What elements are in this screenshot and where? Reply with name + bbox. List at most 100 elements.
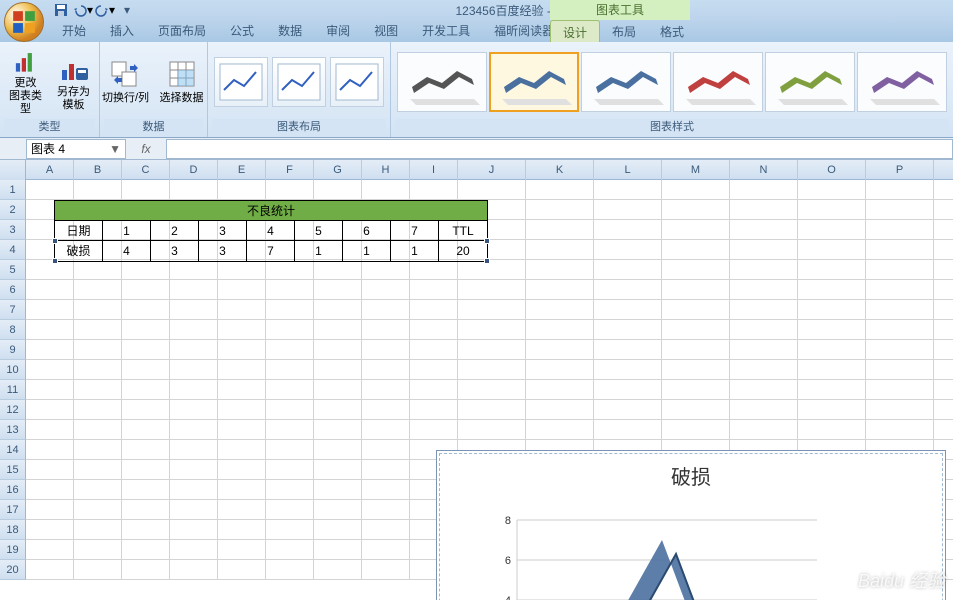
cell-L13[interactable]	[594, 420, 662, 440]
cell-G5[interactable]	[314, 260, 362, 280]
col-header-L[interactable]: L	[594, 160, 662, 180]
tab-视图[interactable]: 视图	[362, 19, 410, 42]
cell-M6[interactable]	[662, 280, 730, 300]
cell-K6[interactable]	[526, 280, 594, 300]
save-icon[interactable]	[50, 1, 72, 19]
cell-A20[interactable]	[26, 560, 74, 580]
cell-A16[interactable]	[26, 480, 74, 500]
cell-N6[interactable]	[730, 280, 798, 300]
cell-J5[interactable]	[458, 260, 526, 280]
cell-P3[interactable]	[866, 220, 934, 240]
cell-Q6[interactable]	[934, 280, 953, 300]
cell-C14[interactable]	[122, 440, 170, 460]
cell-O2[interactable]	[798, 200, 866, 220]
row-header-15[interactable]: 15	[0, 460, 26, 480]
cell-E1[interactable]	[218, 180, 266, 200]
cell-P9[interactable]	[866, 340, 934, 360]
cell-D20[interactable]	[170, 560, 218, 580]
chart-style-1[interactable]	[397, 52, 487, 112]
cell-D6[interactable]	[170, 280, 218, 300]
cell-J1[interactable]	[458, 180, 526, 200]
undo-icon[interactable]: ▾	[72, 1, 94, 19]
cell-A1[interactable]	[26, 180, 74, 200]
cell-G7[interactable]	[314, 300, 362, 320]
cell-G13[interactable]	[314, 420, 362, 440]
cell-C8[interactable]	[122, 320, 170, 340]
row-header-17[interactable]: 17	[0, 500, 26, 520]
cell-M2[interactable]	[662, 200, 730, 220]
chart-layout-1[interactable]	[214, 57, 268, 107]
cell-F16[interactable]	[266, 480, 314, 500]
cell-F20[interactable]	[266, 560, 314, 580]
cell-I6[interactable]	[410, 280, 458, 300]
cell-G9[interactable]	[314, 340, 362, 360]
cell-C6[interactable]	[122, 280, 170, 300]
name-box[interactable]: 图表 4 ▼	[26, 139, 126, 159]
cell-J8[interactable]	[458, 320, 526, 340]
cell-M12[interactable]	[662, 400, 730, 420]
cell-K11[interactable]	[526, 380, 594, 400]
col-header-O[interactable]: O	[798, 160, 866, 180]
cell-P7[interactable]	[866, 300, 934, 320]
tool-tab-设计[interactable]: 设计	[550, 20, 600, 44]
cell-B19[interactable]	[74, 540, 122, 560]
row-header-16[interactable]: 16	[0, 480, 26, 500]
cell-G18[interactable]	[314, 520, 362, 540]
cell-B6[interactable]	[74, 280, 122, 300]
cell-D12[interactable]	[170, 400, 218, 420]
table-header-6[interactable]: 6	[343, 221, 391, 241]
cell-I13[interactable]	[410, 420, 458, 440]
cell-H11[interactable]	[362, 380, 410, 400]
cell-Q9[interactable]	[934, 340, 953, 360]
cell-E9[interactable]	[218, 340, 266, 360]
cell-C7[interactable]	[122, 300, 170, 320]
cell-F14[interactable]	[266, 440, 314, 460]
cell-F9[interactable]	[266, 340, 314, 360]
table-data-4[interactable]: 7	[247, 241, 295, 261]
table-data-0[interactable]: 破损	[55, 241, 103, 261]
col-header-N[interactable]: N	[730, 160, 798, 180]
cell-G14[interactable]	[314, 440, 362, 460]
cell-O10[interactable]	[798, 360, 866, 380]
cell-E17[interactable]	[218, 500, 266, 520]
row-header-7[interactable]: 7	[0, 300, 26, 320]
cell-C19[interactable]	[122, 540, 170, 560]
cell-K5[interactable]	[526, 260, 594, 280]
cell-G20[interactable]	[314, 560, 362, 580]
cell-E18[interactable]	[218, 520, 266, 540]
cell-Q5[interactable]	[934, 260, 953, 280]
row-header-5[interactable]: 5	[0, 260, 26, 280]
cell-C9[interactable]	[122, 340, 170, 360]
cell-A11[interactable]	[26, 380, 74, 400]
cell-L12[interactable]	[594, 400, 662, 420]
table-data-2[interactable]: 3	[151, 241, 199, 261]
cell-B14[interactable]	[74, 440, 122, 460]
cell-H15[interactable]	[362, 460, 410, 480]
cell-H7[interactable]	[362, 300, 410, 320]
row-header-11[interactable]: 11	[0, 380, 26, 400]
tab-审阅[interactable]: 审阅	[314, 19, 362, 42]
cell-A7[interactable]	[26, 300, 74, 320]
cell-A5[interactable]	[26, 260, 74, 280]
cell-D14[interactable]	[170, 440, 218, 460]
cell-E14[interactable]	[218, 440, 266, 460]
cell-F13[interactable]	[266, 420, 314, 440]
cell-M1[interactable]	[662, 180, 730, 200]
cell-O3[interactable]	[798, 220, 866, 240]
cell-P5[interactable]	[866, 260, 934, 280]
selection-handle-br[interactable]	[484, 258, 490, 264]
cell-H20[interactable]	[362, 560, 410, 580]
cell-E7[interactable]	[218, 300, 266, 320]
cell-L1[interactable]	[594, 180, 662, 200]
cell-E12[interactable]	[218, 400, 266, 420]
cell-I12[interactable]	[410, 400, 458, 420]
cell-H10[interactable]	[362, 360, 410, 380]
table-header-3[interactable]: 3	[199, 221, 247, 241]
cell-F8[interactable]	[266, 320, 314, 340]
selection-handle-tl[interactable]	[52, 238, 58, 244]
col-header-A[interactable]: A	[26, 160, 74, 180]
cell-E20[interactable]	[218, 560, 266, 580]
table-header-5[interactable]: 5	[295, 221, 343, 241]
cell-M5[interactable]	[662, 260, 730, 280]
table-data-8[interactable]: 20	[439, 241, 487, 261]
